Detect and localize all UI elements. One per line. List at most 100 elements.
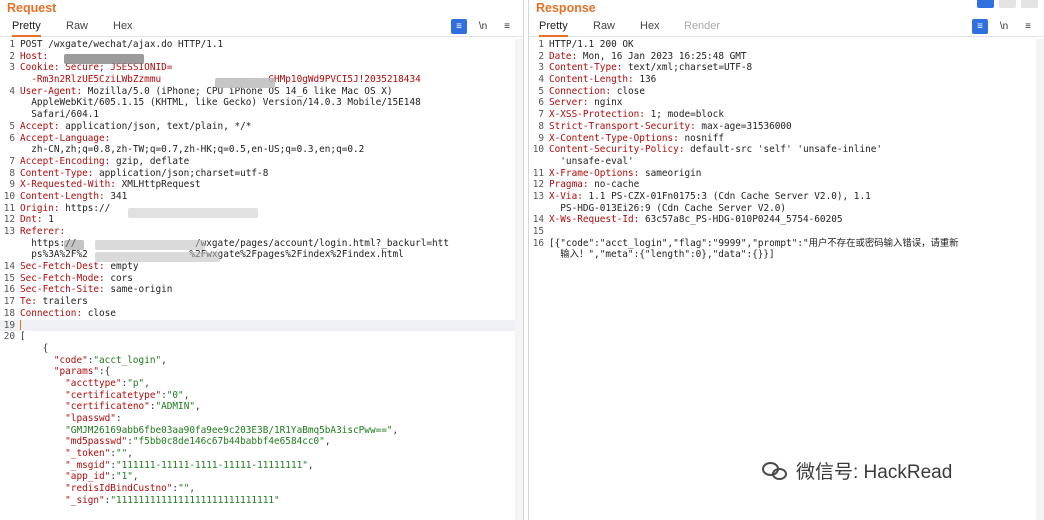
- code-line: PS-HDG-013Ei26:9 (Cdn Cache Server V2.0): [529, 203, 1044, 215]
- code-token: Content-Type:: [549, 62, 623, 74]
- code-line: "redisIdBindCustno":"",: [0, 483, 523, 495]
- code-token: Connection:: [20, 307, 83, 319]
- watermark-text: 微信号: HackRead: [796, 462, 953, 483]
- code-token: nosniff: [678, 132, 724, 144]
- code-token: 1.1 PS-CZX-01Fn0175:3 (Cdn Cache Server …: [582, 190, 871, 202]
- code-token: close: [611, 85, 645, 97]
- code-line: 5 Connection: close: [529, 86, 1044, 98]
- layout-buttons: [977, 0, 1038, 8]
- code-token: default-src 'self' 'unsafe-inline': [684, 144, 883, 156]
- line-number: 9: [9, 179, 15, 191]
- line-number: 11: [532, 167, 544, 179]
- line-number: 5: [9, 120, 15, 132]
- code-token: Connection:: [549, 85, 612, 97]
- response-pane: Response Pretty Raw Hex Render ≡ \n ≡ 1H…: [528, 0, 1044, 520]
- code-line: 17 Te: trailers: [0, 296, 523, 308]
- layout-horizontal-button[interactable]: [999, 0, 1016, 8]
- newline-toggle-icon[interactable]: \n: [996, 19, 1012, 34]
- code-line: 15 Sec-Fetch-Mode: cors: [0, 273, 523, 285]
- code-token: "accttype": [20, 377, 122, 389]
- code-token: ,: [183, 389, 190, 401]
- code-token: ,: [132, 471, 139, 483]
- code-token: "": [178, 483, 190, 495]
- menu-icon[interactable]: ≡: [499, 19, 515, 34]
- tab-raw[interactable]: Raw: [593, 18, 615, 37]
- redacted-referer: [95, 240, 205, 250]
- code-line: 11 Origin: https://: [0, 203, 523, 215]
- code-token: sameorigin: [639, 167, 702, 179]
- code-line: 'unsafe-eval': [529, 156, 1044, 168]
- code-token: "_token": [20, 448, 111, 460]
- line-number: 1: [9, 39, 15, 50]
- code-token: empty: [104, 261, 139, 273]
- code-line: 19: [0, 319, 523, 332]
- layout-split-button[interactable]: [977, 0, 994, 8]
- code-token: max-age=31536000: [695, 120, 792, 132]
- response-scrollbar[interactable]: [1036, 39, 1044, 520]
- line-number: 6: [538, 97, 544, 109]
- wrap-lines-icon[interactable]: ≡: [972, 18, 988, 34]
- tab-pretty[interactable]: Pretty: [12, 18, 41, 37]
- layout-single-button[interactable]: [1021, 0, 1038, 8]
- code-token: Accept-Encoding:: [20, 155, 111, 167]
- code-line: 1 HTTP/1.1 200 OK: [529, 39, 1044, 51]
- code-token: "params": [20, 366, 100, 378]
- response-editor[interactable]: 1 HTTP/1.1 200 OK 2 Date: Mon, 16 Jan 2023 …: [529, 39, 1044, 261]
- tab-hex[interactable]: Hex: [113, 18, 133, 37]
- code-token: Cookie: Secure; JSESSIONID=: [20, 62, 173, 74]
- code-token: ,: [195, 401, 201, 413]
- code-token: close: [82, 307, 116, 319]
- line-number: 14: [532, 214, 544, 226]
- code-line: 5 Accept: application/json, text/plain, *…: [0, 121, 523, 133]
- code-line: Safari/604.1: [0, 109, 523, 121]
- code-line: 11 X-Frame-Options: sameorigin: [529, 168, 1044, 180]
- tab-render[interactable]: Render: [684, 18, 720, 37]
- code-token: Host:: [20, 50, 49, 62]
- code-line: ps%3A%2F%2 %2Fwxgate%2Fpages%2Findex%2Fi…: [0, 249, 523, 261]
- code-line: "_token":"",: [0, 448, 523, 460]
- code-token: 341: [104, 190, 128, 202]
- code-token: Sec-Fetch-Dest:: [20, 261, 105, 273]
- watermark: 微信号: HackRead: [762, 457, 952, 484]
- tab-hex[interactable]: Hex: [640, 18, 660, 37]
- code-token: no-cache: [588, 179, 640, 191]
- line-number: 7: [538, 109, 544, 121]
- line-number: 13: [532, 190, 544, 202]
- line-number: 13: [3, 226, 15, 237]
- tab-pretty[interactable]: Pretty: [539, 18, 568, 37]
- code-token: Sec-Fetch-Mode:: [20, 272, 105, 284]
- line-number: 9: [538, 132, 544, 144]
- code-token: "app_id": [20, 471, 111, 483]
- code-line: 20 [: [0, 331, 523, 343]
- line-number: 6: [9, 132, 15, 144]
- newline-toggle-icon[interactable]: \n: [475, 19, 491, 34]
- code-token: XMLHttpRequest: [115, 179, 201, 191]
- line-number: 1: [538, 39, 544, 50]
- text-cursor: [20, 320, 21, 330]
- response-title: Response: [536, 1, 596, 15]
- code-token: "p": [127, 377, 145, 389]
- request-editor[interactable]: 1 POST /wxgate/wechat/ajax.do HTTP/1.1 2 Ho…: [0, 39, 523, 507]
- menu-icon[interactable]: ≡: [1020, 19, 1036, 34]
- code-token: gzip, deflate: [110, 155, 190, 167]
- code-line: 10 Content-Length: 341: [0, 191, 523, 203]
- code-token: ,: [189, 483, 196, 495]
- code-line: 输入！","meta":{"length":0},"data":{}}]: [529, 249, 1044, 261]
- redacted-referer-2: [95, 252, 220, 262]
- code-token: ,: [324, 436, 331, 448]
- code-token: ,: [392, 424, 399, 436]
- tab-raw[interactable]: Raw: [66, 18, 88, 37]
- code-token: [: [20, 331, 26, 343]
- code-token: Strict-Transport-Security:: [549, 120, 696, 132]
- line-number: 2: [538, 50, 544, 62]
- code-token: "1111111111111111111111111111": [110, 494, 280, 506]
- line-number: 8: [9, 167, 15, 179]
- code-token: HTTP/1.1 200 OK: [549, 39, 634, 50]
- line-number: 10: [3, 190, 15, 202]
- code-token: cors: [104, 272, 133, 284]
- wrap-lines-icon[interactable]: ≡: [451, 18, 467, 34]
- request-scrollbar[interactable]: [515, 39, 523, 520]
- line-number: 4: [9, 85, 15, 97]
- code-line: 7 X-XSS-Protection: 1; mode=block: [529, 109, 1044, 121]
- code-line: "_sign":"1111111111111111111111111111": [0, 495, 523, 507]
